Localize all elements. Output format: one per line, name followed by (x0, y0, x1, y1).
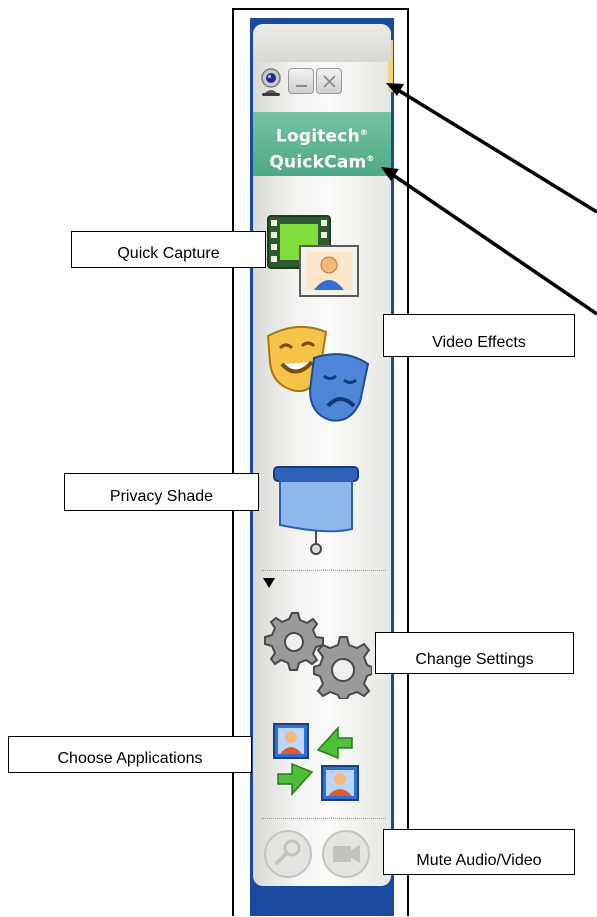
callout-video-effects: Video Effects (383, 314, 575, 357)
callout-choose-applications-text: Choose Applications (57, 750, 203, 767)
callout-privacy-shade-text: Privacy Shade (109, 488, 214, 505)
callout-quick-capture-text: Quick Capture (117, 245, 220, 262)
callout-change-settings-text: Change Settings (415, 651, 534, 668)
annotation-arrows (381, 83, 597, 316)
callout-choose-applications: Choose Applications (8, 736, 252, 773)
callout-privacy-shade: Privacy Shade (64, 473, 259, 511)
callout-video-effects-text: Video Effects (432, 334, 526, 351)
callout-mute-audio-video: Mute Audio/Video (383, 829, 575, 875)
callout-change-settings: Change Settings (375, 632, 574, 674)
callout-mute-audio-video-text: Mute Audio/Video (416, 852, 542, 869)
callout-quick-capture: Quick Capture (71, 231, 266, 268)
